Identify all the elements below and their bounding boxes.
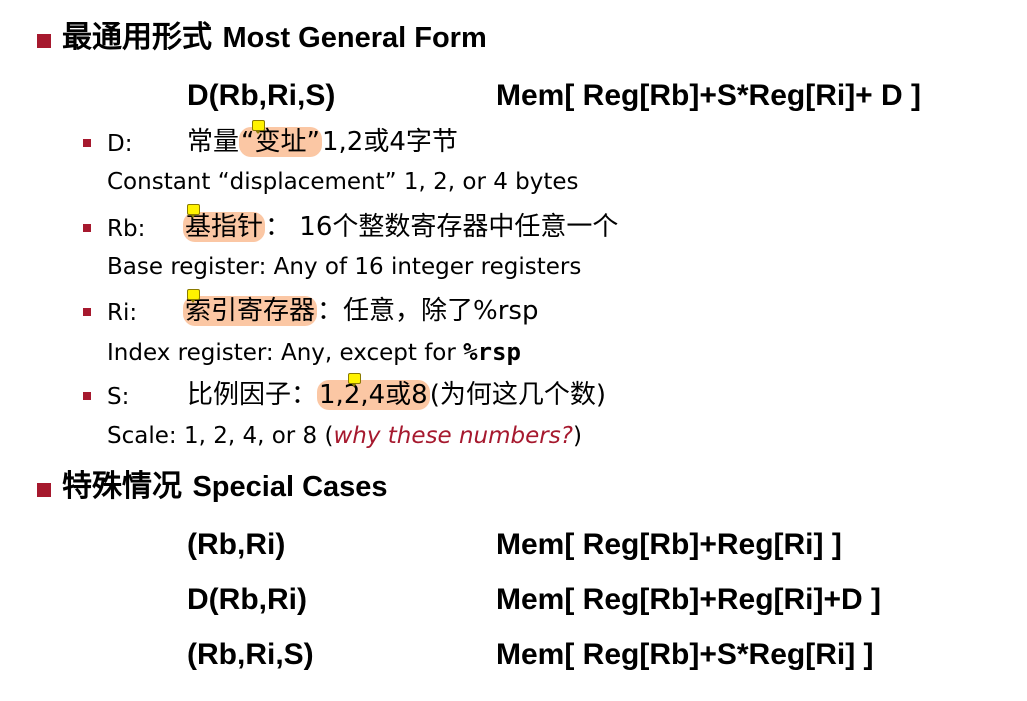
case-right: Mem[ Reg[Rb]+Reg[Ri] ] xyxy=(496,528,842,561)
item-key-ri: Ri: xyxy=(107,300,138,326)
title-cn: 最通用形式 xyxy=(62,20,212,55)
case-left: (Rb,Ri,S) xyxy=(187,638,314,671)
item-key-s: S: xyxy=(107,384,130,410)
title-cn: 特殊情况 xyxy=(62,469,182,504)
case-left: (Rb,Ri) xyxy=(187,528,286,561)
section-title-general: 最通用形式 Most General Form xyxy=(62,23,487,53)
case-right: Mem[ Reg[Rb]+Reg[Ri]+D ] xyxy=(496,583,882,616)
item-bullet xyxy=(83,392,91,400)
highlight-displacement: “变址” xyxy=(239,127,322,157)
title-en: Most General Form xyxy=(222,22,487,54)
item-key-d: D: xyxy=(107,131,133,157)
comment-note-icon[interactable] xyxy=(252,120,265,134)
item-cn-d: 常量“变址”1,2或4字节 xyxy=(187,127,458,157)
comment-note-icon[interactable] xyxy=(187,204,200,218)
case-left: D(Rb,Ri) xyxy=(187,583,307,616)
code-rsp: %rsp xyxy=(463,338,521,366)
item-en-d: Constant “displacement” 1, 2, or 4 bytes xyxy=(107,169,579,195)
item-cn-ri: 索引寄存器：任意，除了%rsp xyxy=(183,296,539,326)
section-bullet xyxy=(37,34,51,48)
formula-left: D(Rb,Ri,S) xyxy=(187,79,336,112)
item-bullet xyxy=(83,308,91,316)
section-bullet xyxy=(37,483,51,497)
comment-note-icon[interactable] xyxy=(187,289,200,303)
formula-right: Mem[ Reg[Rb]+S*Reg[Ri]+ D ] xyxy=(496,79,922,112)
item-en-ri: Index register: Any, except for %rsp xyxy=(107,338,521,366)
case-right: Mem[ Reg[Rb]+S*Reg[Ri] ] xyxy=(496,638,874,671)
item-bullet xyxy=(83,224,91,232)
highlight-scale-values: 1,2,4或8 xyxy=(317,380,430,410)
item-key-rb: Rb: xyxy=(107,216,146,242)
item-en-rb: Base register: Any of 16 integer registe… xyxy=(107,254,582,280)
item-cn-s: 比例因子：1,2,4或8(为何这几个数) xyxy=(187,380,607,410)
emphasis-question: why these numbers? xyxy=(333,423,573,449)
item-cn-rb: 基指针： 16个整数寄存器中任意一个 xyxy=(183,212,619,242)
comment-note-icon[interactable] xyxy=(348,373,361,387)
item-en-s: Scale: 1, 2, 4, or 8 (why these numbers?… xyxy=(107,423,582,449)
item-bullet xyxy=(83,139,91,147)
title-en: Special Cases xyxy=(192,471,388,503)
highlight-index-register: 索引寄存器 xyxy=(183,296,318,326)
section-title-special: 特殊情况 Special Cases xyxy=(62,472,388,502)
